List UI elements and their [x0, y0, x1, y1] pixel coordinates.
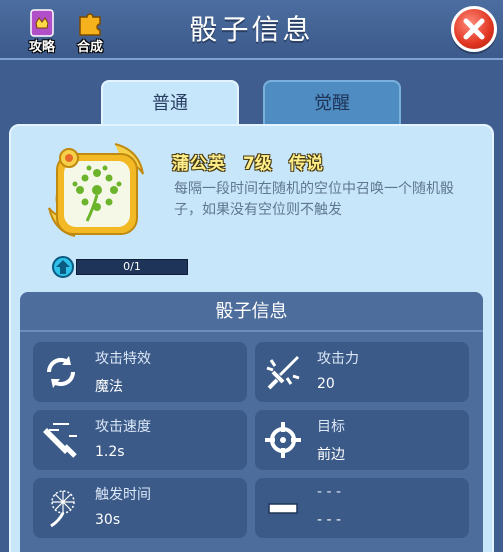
dice-description: 每隔一段时间在随机的空位中召唤一个随机骰子，如果没有空位则不触发 [174, 181, 454, 218]
dice-level: 7级 [243, 154, 272, 174]
dandelion-dice-icon [48, 143, 144, 237]
fast-sword-icon [43, 423, 77, 458]
stat-value: 魔法 [95, 379, 123, 395]
stat-value: 20 [317, 376, 335, 392]
stat-label: 目标 [317, 419, 345, 435]
close-icon [463, 18, 485, 40]
dice-info-section: 骰子信息 攻击特效 魔法 攻击力 20 攻击速度 1.2s 目标 前边 触发时间… [20, 292, 483, 552]
info-header: 骰子信息 [20, 292, 483, 332]
stat-value: 前边 [317, 447, 345, 463]
upgrade-arrow-icon [52, 256, 74, 278]
dice-name: 蒲公英 [172, 154, 226, 174]
dash-icon [268, 503, 298, 514]
refresh-arrows-icon [46, 356, 76, 388]
page-title: 骰子信息 [189, 13, 314, 46]
dice-rarity: 传说 [289, 154, 323, 174]
sword-icon [266, 356, 300, 390]
upgrade-progress: 0/1 [52, 256, 188, 278]
top-bar: 攻略 合成 骰子信息 [0, 0, 503, 60]
stat-label: 触发时间 [95, 487, 151, 503]
stat-value: - - - [317, 512, 342, 528]
stat-attack-speed: 攻击速度 1.2s [33, 410, 247, 470]
stat-attack-power: 攻击力 20 [255, 342, 469, 402]
progress-bar: 0/1 [76, 259, 188, 275]
dandelion-icon [50, 490, 75, 528]
stat-value: 1.2s [95, 444, 125, 460]
stat-label: 攻击速度 [95, 419, 151, 435]
dice-card[interactable] [45, 140, 149, 244]
stat-empty: - - - - - - [255, 478, 469, 538]
close-button[interactable] [451, 6, 497, 52]
progress-text: 0/1 [123, 260, 141, 273]
tab-awaken[interactable]: 觉醒 [263, 80, 401, 124]
stat-target: 目标 前边 [255, 410, 469, 470]
stat-value: 30s [95, 512, 121, 528]
stat-trigger-time: 触发时间 30s [33, 478, 247, 538]
stat-label: 攻击力 [317, 351, 359, 367]
stat-attack-effect: 攻击特效 魔法 [33, 342, 247, 402]
crosshair-icon [265, 422, 301, 458]
stat-label: 攻击特效 [95, 351, 151, 367]
tab-normal[interactable]: 普通 [101, 80, 239, 124]
stat-label: - - - [317, 484, 342, 500]
